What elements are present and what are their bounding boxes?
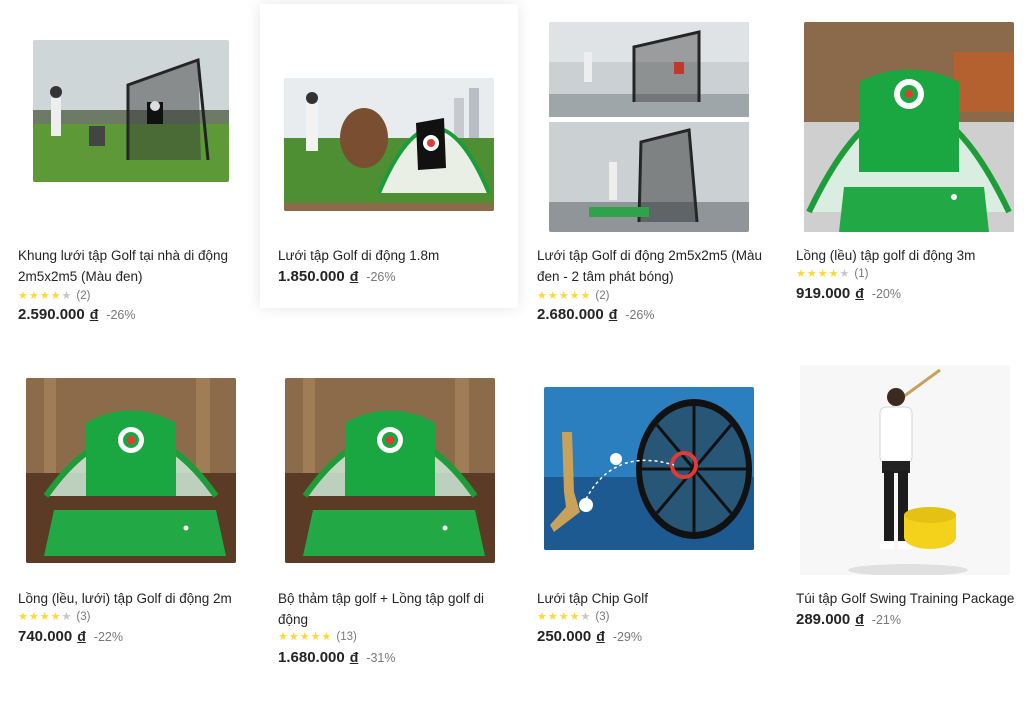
star-icon: ★ <box>839 268 850 280</box>
currency-symbol: đ <box>77 628 86 644</box>
star-icon: ★ <box>569 290 580 302</box>
price-row: 2.680.000 đ -26% <box>537 306 654 323</box>
review-count: (13) <box>336 631 357 643</box>
currency-symbol: đ <box>855 611 864 627</box>
product-image[interactable] <box>544 387 754 550</box>
product-card[interactable]: Lồng (lều, lưới) tập Golf di động 2m ★ ★ ★… <box>0 345 258 695</box>
price-row: 250.000 đ -29% <box>537 628 642 645</box>
discount-badge: -26% <box>106 308 136 322</box>
review-count: (2) <box>595 290 610 302</box>
product-name[interactable]: Túi tập Golf Swing Training Package <box>796 588 1024 609</box>
product-name[interactable]: Bộ thảm tập golf + Lồng tập golf di động <box>278 588 508 630</box>
product-name[interactable]: Lồng (lều, lưới) tập Golf di động 2m <box>18 588 248 609</box>
currency-symbol: đ <box>596 628 605 644</box>
currency-symbol: đ <box>608 306 618 322</box>
product-card[interactable]: Khung lưới tập Golf tại nhà di động 2m5x… <box>0 0 258 330</box>
product-image[interactable] <box>549 22 749 232</box>
product-card[interactable]: Túi tập Golf Swing Training Package 289.… <box>778 345 1024 695</box>
star-icon: ★ <box>580 611 591 623</box>
product-name[interactable]: Lưới tập Chip Golf <box>537 588 767 609</box>
discount-badge: -20% <box>871 287 901 301</box>
star-icon: ★ <box>537 611 547 623</box>
star-icon: ★ <box>321 631 332 643</box>
star-icon: ★ <box>817 268 828 280</box>
product-image[interactable] <box>285 378 495 563</box>
star-icon: ★ <box>288 631 299 643</box>
star-icon: ★ <box>558 290 569 302</box>
star-icon: ★ <box>18 290 28 302</box>
star-icon: ★ <box>580 290 591 302</box>
product-image[interactable] <box>33 40 229 182</box>
product-price: 740.000 <box>18 628 73 645</box>
product-card[interactable]: Lưới tập Chip Golf ★ ★ ★ ★ ★ (3) 250.000 đ -2… <box>519 345 777 695</box>
star-icon: ★ <box>806 268 817 280</box>
star-icon: ★ <box>28 290 39 302</box>
star-icon: ★ <box>28 611 39 623</box>
star-icon: ★ <box>796 268 806 280</box>
discount-badge: -22% <box>93 630 123 644</box>
star-icon: ★ <box>50 290 61 302</box>
star-icon: ★ <box>39 290 50 302</box>
product-card[interactable]: Lưới tập Golf di động 1.8m 1.850.000 đ -… <box>260 4 518 308</box>
product-price: 1.680.000 <box>278 649 345 666</box>
star-icon: ★ <box>547 290 558 302</box>
product-rating: ★ ★ ★ ★ ★ (3) <box>18 610 90 624</box>
star-icon: ★ <box>299 631 310 643</box>
product-name[interactable]: Lưới tập Golf di động 1.8m <box>278 245 508 266</box>
star-icon: ★ <box>558 611 569 623</box>
discount-badge: -26% <box>625 308 655 322</box>
product-price: 2.590.000 <box>18 306 85 323</box>
product-price: 289.000 <box>796 611 851 628</box>
discount-badge: -21% <box>871 613 901 627</box>
product-rating: ★ ★ ★ ★ ★ (1) <box>796 267 868 281</box>
product-image[interactable] <box>284 78 494 211</box>
discount-badge: -26% <box>366 270 396 284</box>
review-count: (3) <box>595 611 610 623</box>
discount-badge: -29% <box>612 630 642 644</box>
price-row: 2.590.000 đ -26% <box>18 306 135 323</box>
currency-symbol: đ <box>349 649 359 665</box>
price-row: 919.000 đ -20% <box>796 285 901 302</box>
discount-badge: -31% <box>366 651 396 665</box>
star-icon: ★ <box>828 268 839 280</box>
product-rating: ★ ★ ★ ★ ★ (13) <box>278 630 357 644</box>
price-row: 1.850.000 đ -26% <box>278 268 395 285</box>
review-count: (1) <box>854 268 869 280</box>
product-image[interactable] <box>800 365 1010 575</box>
product-image[interactable] <box>804 22 1014 232</box>
star-icon: ★ <box>278 631 288 643</box>
star-icon: ★ <box>39 611 50 623</box>
star-icon: ★ <box>537 290 547 302</box>
product-image[interactable] <box>26 378 236 563</box>
star-icon: ★ <box>310 631 321 643</box>
product-price: 250.000 <box>537 628 592 645</box>
price-row: 1.680.000 đ -31% <box>278 649 395 666</box>
product-rating: ★ ★ ★ ★ ★ (2) <box>18 289 90 303</box>
star-icon: ★ <box>61 290 72 302</box>
currency-symbol: đ <box>855 285 864 301</box>
product-card[interactable]: Lưới tập Golf di động 2m5x2m5 (Màu đen -… <box>519 0 777 330</box>
product-card[interactable]: Lồng (lều) tập golf di động 3m ★ ★ ★ ★ ★ (1) … <box>778 0 1024 330</box>
product-card[interactable]: Bộ thảm tập golf + Lồng tập golf di động… <box>260 345 518 695</box>
product-price: 1.850.000 <box>278 268 345 285</box>
product-rating: ★ ★ ★ ★ ★ (2) <box>537 289 609 303</box>
product-price: 2.680.000 <box>537 306 604 323</box>
product-name[interactable]: Lưới tập Golf di động 2m5x2m5 (Màu đen -… <box>537 245 767 287</box>
star-icon: ★ <box>569 611 580 623</box>
review-count: (2) <box>76 290 91 302</box>
star-icon: ★ <box>61 611 72 623</box>
currency-symbol: đ <box>349 268 359 284</box>
star-icon: ★ <box>50 611 61 623</box>
product-rating: ★ ★ ★ ★ ★ (3) <box>537 610 609 624</box>
product-price: 919.000 <box>796 285 851 302</box>
product-name[interactable]: Khung lưới tập Golf tại nhà di động 2m5x… <box>18 245 248 287</box>
currency-symbol: đ <box>89 306 99 322</box>
price-row: 289.000 đ -21% <box>796 611 901 628</box>
star-icon: ★ <box>18 611 28 623</box>
star-icon: ★ <box>547 611 558 623</box>
price-row: 740.000 đ -22% <box>18 628 123 645</box>
review-count: (3) <box>76 611 91 623</box>
product-name[interactable]: Lồng (lều) tập golf di động 3m <box>796 245 1024 266</box>
